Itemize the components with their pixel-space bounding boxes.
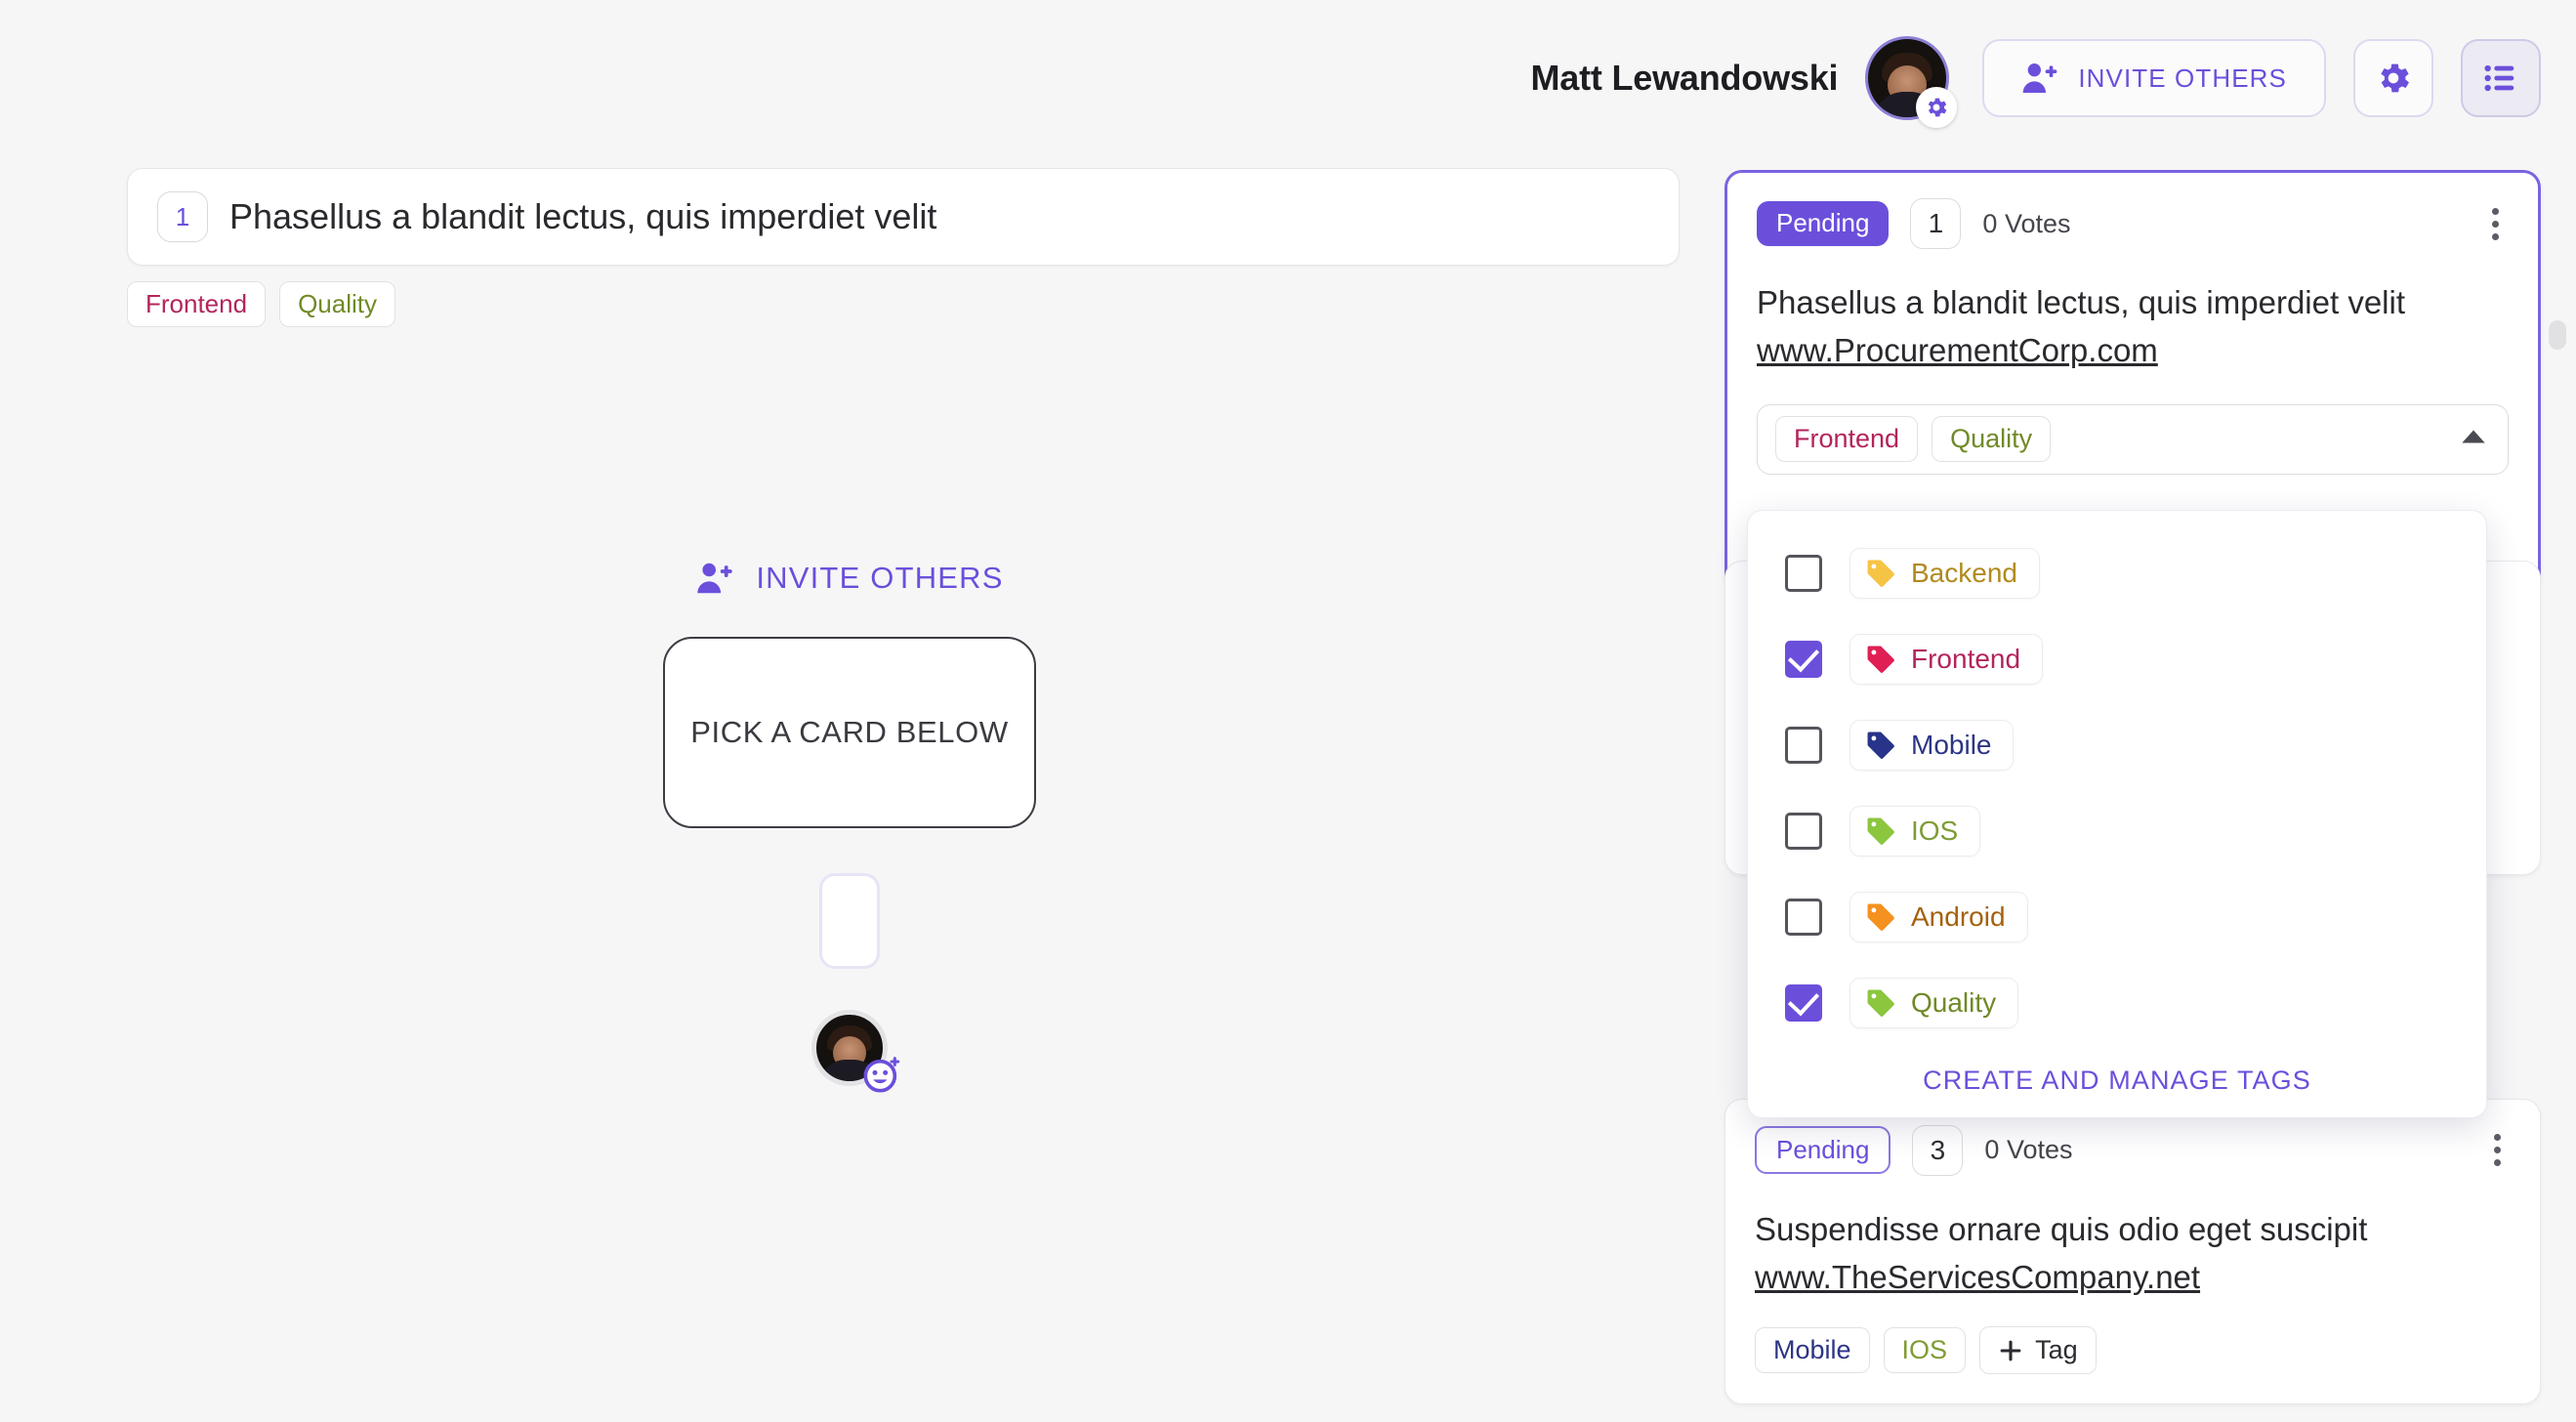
invite-others-label: INVITE OTHERS xyxy=(2078,63,2287,93)
tag-option-chip[interactable]: IOS xyxy=(1849,806,1981,857)
tag-option-frontend[interactable]: Frontend xyxy=(1748,626,2486,692)
settings-button[interactable] xyxy=(2353,39,2433,117)
tag-option-chip[interactable]: Mobile xyxy=(1849,720,2015,771)
selected-tag-chip[interactable]: Frontend xyxy=(1775,415,1919,463)
player-seat[interactable] xyxy=(811,1010,900,1093)
tag-select-field[interactable]: Frontend Quality xyxy=(1757,403,2509,475)
tag-option-label: Quality xyxy=(1911,987,1997,1018)
add-person-icon xyxy=(2023,63,2057,93)
user-name: Matt Lewandowski xyxy=(1530,58,1839,98)
board-center: INVITE OTHERS PICK A CARD BELOW xyxy=(0,156,1699,1422)
tag-option-chip[interactable]: Quality xyxy=(1849,978,2019,1028)
story-url-link[interactable]: www.TheServicesCompany.net xyxy=(1755,1257,2511,1297)
add-tag-label: Tag xyxy=(2035,1335,2078,1364)
story-number: 3 xyxy=(1912,1124,1964,1176)
tag-option-label: Android xyxy=(1911,901,2006,932)
story-title: Suspendisse ornare quis odio eget suscip… xyxy=(1755,1210,2368,1247)
list-icon xyxy=(2484,64,2514,92)
tag-option-checkbox[interactable] xyxy=(1785,813,1822,850)
gear-icon xyxy=(2381,63,2409,93)
tag-option-checkbox[interactable] xyxy=(1785,641,1822,678)
tag-option-android[interactable]: Android xyxy=(1748,884,2486,950)
tag-option-label: Frontend xyxy=(1911,644,2021,674)
tag-option-label: Backend xyxy=(1911,558,2017,588)
tag-icon xyxy=(1867,903,1894,931)
vote-count: 0 Votes xyxy=(1984,1135,2073,1164)
tag-icon xyxy=(1867,560,1894,587)
tag-chip[interactable]: IOS xyxy=(1883,1326,1967,1374)
story-card-header: Pending 1 0 Votes xyxy=(1757,198,2509,249)
tag-icon xyxy=(1867,817,1894,845)
tag-option-chip[interactable]: Android xyxy=(1849,892,2028,942)
tag-option-chip[interactable]: Backend xyxy=(1849,548,2040,599)
tag-option-mobile[interactable]: Mobile xyxy=(1748,712,2486,778)
create-and-manage-tags-link[interactable]: CREATE AND MANAGE TAGS xyxy=(1748,1056,2486,1096)
story-title: Phasellus a blandit lectus, quis imperdi… xyxy=(1757,284,2406,320)
add-reaction-icon[interactable] xyxy=(862,1055,901,1094)
story-card[interactable]: Pending 3 0 Votes Suspendisse ornare qui… xyxy=(1724,1098,2541,1404)
app-root: Matt Lewandowski INVITE OTHERS 1 Phasell… xyxy=(0,0,2576,1422)
vote-count: 0 Votes xyxy=(1982,208,2071,238)
tag-option-chip[interactable]: Frontend xyxy=(1849,634,2044,685)
tag-option-backend[interactable]: Backend xyxy=(1748,540,2486,606)
list-view-button[interactable] xyxy=(2461,39,2541,117)
story-url-link[interactable]: www.ProcurementCorp.com xyxy=(1757,330,2509,370)
app-header: Matt Lewandowski INVITE OTHERS xyxy=(0,0,2576,156)
story-card-header: Pending 3 0 Votes xyxy=(1755,1124,2511,1176)
tag-dropdown-menu[interactable]: Backend Frontend Mobile IOS Android Quality C… xyxy=(1747,510,2487,1118)
status-badge[interactable]: Pending xyxy=(1755,1125,1891,1175)
tag-option-checkbox[interactable] xyxy=(1785,984,1822,1022)
story-card-tags: Mobile IOS Tag xyxy=(1755,1326,2511,1374)
tag-option-ios[interactable]: IOS xyxy=(1748,798,2486,864)
empty-card-slot[interactable] xyxy=(819,873,880,969)
main-board: 1 Phasellus a blandit lectus, quis imper… xyxy=(0,156,1699,1422)
story-number: 1 xyxy=(1910,198,1962,249)
invite-others-inline-label: INVITE OTHERS xyxy=(756,561,1004,595)
tag-option-quality[interactable]: Quality xyxy=(1748,970,2486,1036)
avatar[interactable] xyxy=(1865,36,1958,128)
invite-others-button[interactable]: INVITE OTHERS xyxy=(1982,39,2326,117)
tag-option-checkbox[interactable] xyxy=(1785,555,1822,592)
selected-tag-chip[interactable]: Quality xyxy=(1932,415,2052,463)
tag-option-checkbox[interactable] xyxy=(1785,727,1822,764)
status-badge[interactable]: Pending xyxy=(1757,201,1890,246)
tag-icon xyxy=(1867,646,1894,673)
add-person-icon xyxy=(697,563,733,594)
tag-icon xyxy=(1867,732,1894,759)
panel-scrollbar-thumb[interactable] xyxy=(2549,320,2566,350)
story-menu-button[interactable] xyxy=(2484,1130,2511,1170)
avatar-settings-gear-icon[interactable] xyxy=(1916,87,1958,128)
tag-chip[interactable]: Mobile xyxy=(1755,1326,1870,1374)
pick-a-card-placeholder[interactable]: PICK A CARD BELOW xyxy=(663,637,1036,828)
tag-option-checkbox[interactable] xyxy=(1785,899,1822,936)
invite-others-inline-button[interactable]: INVITE OTHERS xyxy=(695,561,1003,596)
tag-icon xyxy=(1867,989,1894,1017)
chevron-up-icon[interactable] xyxy=(2461,428,2486,450)
add-tag-button[interactable]: Tag xyxy=(1979,1326,2097,1374)
plus-icon xyxy=(2000,1340,2021,1360)
story-menu-button[interactable] xyxy=(2482,204,2509,244)
tag-option-label: Mobile xyxy=(1911,730,1992,760)
tag-option-label: IOS xyxy=(1911,816,1959,846)
